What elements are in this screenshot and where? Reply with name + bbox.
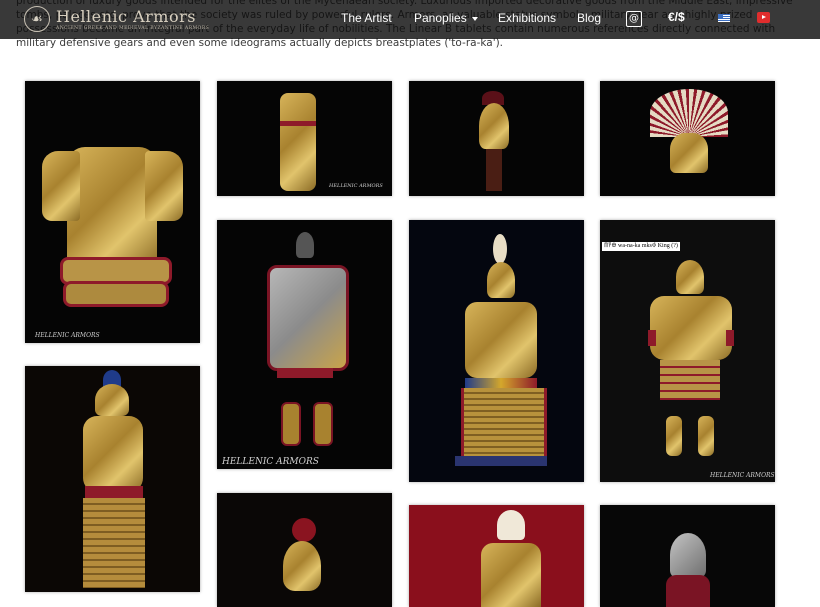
nav-panoplies-label: Panoplies [414,11,467,25]
site-logo[interactable]: ☙ Hellenic Armors Ancient Greek and Medi… [24,4,209,34]
red-cuirass-top [666,575,710,607]
banded-skirt [660,360,720,400]
left-shoulder-guard [42,151,80,221]
watermark: HELLENIC ARMORS [222,457,319,467]
gallery-photo-feather-crest-helmet[interactable] [600,81,775,196]
gallery-photo-horned-silver-helmet[interactable] [600,505,775,607]
white-plume [493,234,507,264]
helmet [487,262,515,298]
gallery-photo-warrior-horned-helmet[interactable] [25,366,200,592]
gallery-photo-boar-tusk-helmet[interactable] [409,81,584,196]
red-tassel-left [648,330,656,346]
email-icon[interactable]: @ [626,11,642,27]
helmet [670,133,708,173]
currency-switcher[interactable]: €/$ [668,10,685,24]
right-greave [313,402,333,446]
helmet [676,260,704,294]
right-shoulder-guard [145,151,183,221]
helmet [479,103,509,149]
gallery-photo-wanaka-panoply[interactable]: 𐀷𐀙𐀏 wa-na-ka mks𐀶 King (?) HELLENIC ARMO… [600,220,775,482]
armor-band-2 [63,281,169,307]
breastplate-body [67,147,157,267]
silver-helmet [670,533,706,577]
chevron-down-icon [471,16,478,21]
logo-subtitle: Ancient Greek and Medieval Byzantine Arm… [56,25,210,31]
red-belt [85,486,143,498]
gallery-photo-red-backdrop-armor[interactable] [409,505,584,607]
gallery-photo-crested-helmet[interactable] [217,493,392,607]
tassets [277,368,333,378]
ornate-cuirass [267,265,349,371]
skirt-fringe [455,456,547,466]
logo-text: Hellenic Armors Ancient Greek and Mediev… [56,6,210,31]
colored-belt [465,378,537,388]
watermark: HELLENIC ARMORS [710,472,775,479]
helmet [283,541,321,591]
ideogram-label: 𐀷𐀙𐀏 wa-na-ka mks𐀶 King (?) [602,242,680,251]
nav-the-artist[interactable]: The Artist [341,10,392,26]
logo-emblem-icon: ☙ [24,6,50,32]
cuirass [481,543,541,607]
youtube-icon[interactable] [757,12,770,23]
armor-strap [280,121,316,126]
logo-title: Hellenic Armors [56,6,196,26]
nav-panoplies[interactable]: Panoplies [414,10,478,26]
left-greave [666,416,682,456]
top-navbar: ☙ Hellenic Armors Ancient Greek and Medi… [0,0,820,39]
nav-exhibitions[interactable]: Exhibitions [498,10,556,26]
red-crest [292,518,316,542]
gallery-photo-tall-panoply[interactable] [409,220,584,482]
horned-helmet [296,232,314,258]
watermark: HELLENIC ARMORS [329,183,383,189]
red-tassel-right [726,330,734,346]
watermark: HELLENIC ARMORS [35,332,100,339]
helmet [95,384,129,416]
helmet-stand [486,149,502,191]
right-greave [698,416,714,456]
long-scale-skirt [461,388,547,456]
nav-blog[interactable]: Blog [577,10,601,26]
gallery-photo-scale-armor[interactable]: HELLENIC ARMORS [217,81,392,196]
cuirass [465,302,537,378]
white-helmet [497,510,525,540]
cuirass [650,296,732,360]
feather-crest [650,89,728,137]
gallery-photo-breastplate[interactable]: HELLENIC ARMORS [25,81,200,343]
cuirass [83,416,143,492]
scale-armor-body [280,93,316,191]
greek-flag-icon[interactable] [718,14,730,22]
scale-skirt [83,498,145,588]
gallery-photo-red-trimmed-panoply[interactable]: HELLENIC ARMORS [217,220,392,469]
left-greave [281,402,301,446]
